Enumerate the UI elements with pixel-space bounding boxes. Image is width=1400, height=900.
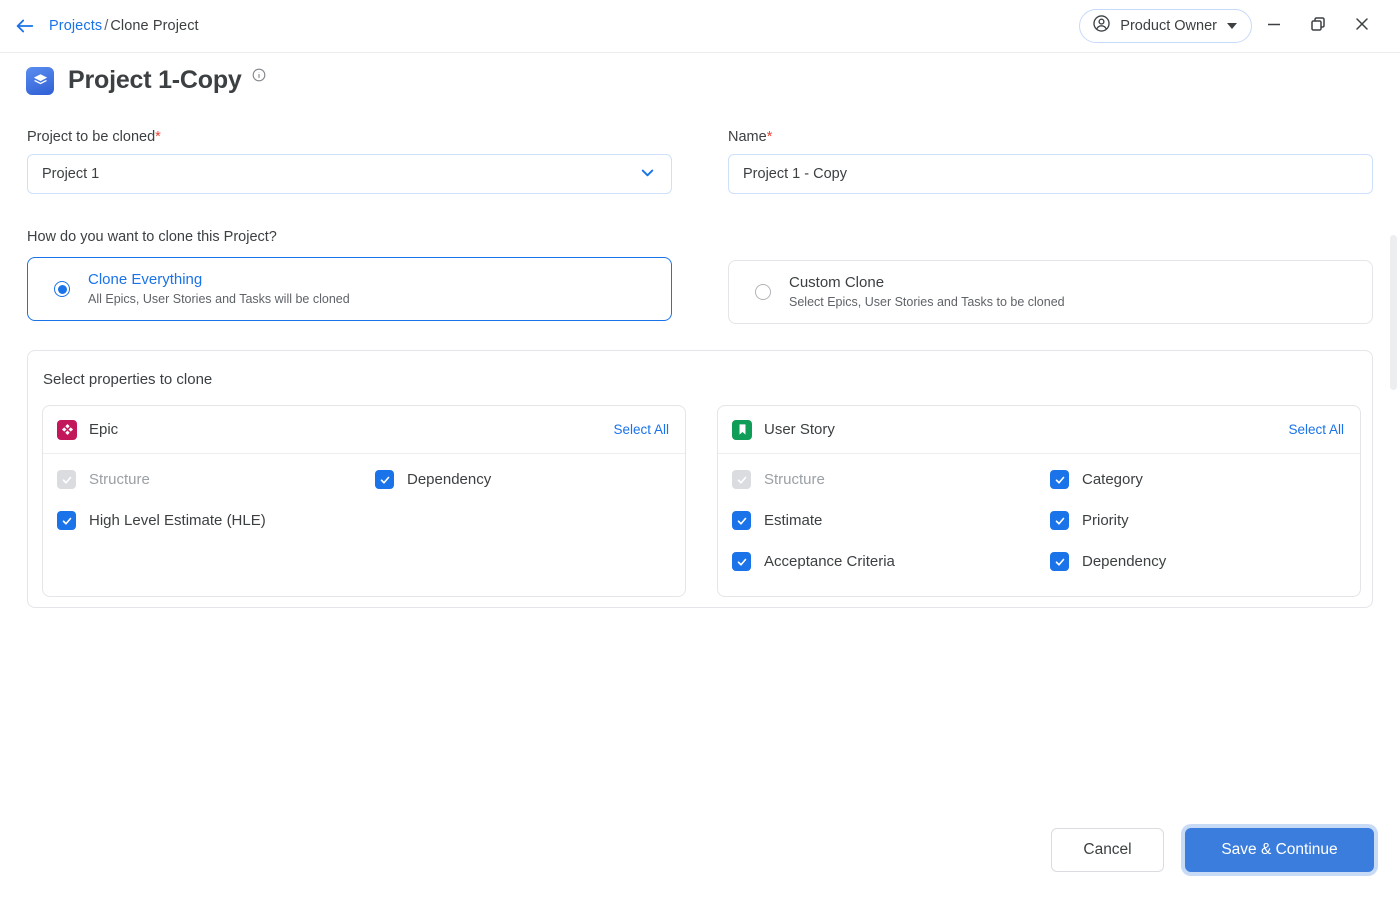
window-controls-group: Product Owner [1079, 4, 1384, 48]
select-properties-heading: Select properties to clone [43, 371, 1372, 388]
name-input[interactable]: Project 1 - Copy [728, 154, 1373, 194]
checkbox-label: Structure [89, 471, 150, 488]
custom-clone-group: Custom Clone Select Epics, User Stories … [728, 260, 1373, 324]
page-title-row: Project 1-Copy [26, 66, 266, 95]
chevron-down-icon [638, 163, 657, 186]
radio-card-title: Clone Everything [88, 270, 350, 290]
panel-epic-name: Epic [89, 421, 118, 438]
checkbox-story-dependency[interactable] [1050, 552, 1069, 571]
panel-epic: Epic Select All Structure [42, 405, 686, 597]
name-input-value: Project 1 - Copy [743, 166, 847, 182]
minimize-icon [1265, 15, 1283, 38]
checkbox-story-acceptance-criteria[interactable] [732, 552, 751, 571]
project-select-label: Project to be cloned* [27, 129, 672, 145]
save-continue-button[interactable]: Save & Continue [1185, 828, 1374, 872]
panel-user-story-header: User Story Select All [718, 406, 1360, 454]
panel-user-story-title-group: User Story [732, 420, 835, 440]
checkbox-story-structure [732, 470, 751, 489]
radio-card-custom-clone[interactable]: Custom Clone Select Epics, User Stories … [728, 260, 1373, 324]
select-properties-card: Select properties to clone [27, 350, 1373, 608]
project-select-value: Project 1 [42, 166, 99, 182]
back-arrow-icon[interactable] [14, 15, 36, 37]
user-story-icon [732, 420, 752, 440]
checkbox-epic-dependency[interactable] [375, 470, 394, 489]
select-all-epic[interactable]: Select All [613, 422, 669, 437]
checkbox-row-story-acceptance-criteria[interactable]: Acceptance Criteria [732, 552, 1050, 571]
chevron-down-icon [1227, 23, 1237, 29]
checkbox-story-category[interactable] [1050, 470, 1069, 489]
name-field-group: Name* Project 1 - Copy [728, 129, 1373, 194]
panel-user-story: User Story Select All Structure [717, 405, 1361, 597]
checkbox-label: Dependency [407, 471, 491, 488]
required-asterisk: * [155, 129, 161, 145]
clone-mode-question: How do you want to clone this Project? [27, 229, 672, 245]
minimize-button[interactable] [1252, 4, 1296, 48]
epic-icon [57, 420, 77, 440]
checkbox-epic-structure [57, 470, 76, 489]
checkbox-row-story-priority[interactable]: Priority [1050, 511, 1360, 530]
breadcrumb-link-projects[interactable]: Projects [49, 18, 102, 34]
checkbox-label: Acceptance Criteria [764, 553, 895, 570]
checkbox-epic-hle[interactable] [57, 511, 76, 530]
checkbox-row-story-category[interactable]: Category [1050, 470, 1360, 489]
radio-card-subtitle: All Epics, User Stories and Tasks will b… [88, 290, 350, 308]
breadcrumb: Projects/Clone Project [14, 15, 199, 37]
checkbox-label: Category [1082, 471, 1143, 488]
checkbox-row-epic-dependency[interactable]: Dependency [375, 470, 685, 489]
panel-user-story-name: User Story [764, 421, 835, 438]
radio-card-title: Custom Clone [789, 273, 1065, 293]
checkbox-row-story-dependency[interactable]: Dependency [1050, 552, 1360, 571]
radio-card-subtitle: Select Epics, User Stories and Tasks to … [789, 293, 1065, 311]
close-icon [1353, 15, 1371, 38]
project-select-label-text: Project to be cloned [27, 129, 155, 145]
close-button[interactable] [1340, 4, 1384, 48]
panel-epic-body: Structure Dependency [43, 454, 685, 596]
vertical-scrollbar[interactable] [1390, 235, 1397, 390]
name-field-label: Name* [728, 129, 1373, 145]
select-all-user-story[interactable]: Select All [1288, 422, 1344, 437]
page-title: Project 1-Copy [68, 66, 242, 95]
top-bar: Projects/Clone Project Product Owner [0, 0, 1400, 53]
checkbox-story-priority[interactable] [1050, 511, 1069, 530]
checkbox-label: Structure [764, 471, 825, 488]
required-asterisk: * [767, 129, 773, 145]
user-menu-button[interactable]: Product Owner [1079, 9, 1252, 43]
panel-epic-header: Epic Select All [43, 406, 685, 454]
checkbox-grid-empty-cell [375, 511, 685, 530]
checkbox-label: Estimate [764, 512, 822, 529]
panel-user-story-body: Structure Category [718, 454, 1360, 596]
checkbox-row-story-estimate[interactable]: Estimate [732, 511, 1050, 530]
breadcrumb-current: Clone Project [110, 18, 198, 34]
radio-card-text: Clone Everything All Epics, User Stories… [88, 270, 350, 308]
checkbox-row-story-structure: Structure [732, 470, 1050, 489]
radio-card-text: Custom Clone Select Epics, User Stories … [789, 273, 1065, 311]
panel-epic-title-group: Epic [57, 420, 118, 440]
project-select[interactable]: Project 1 [27, 154, 672, 194]
checkbox-row-epic-structure: Structure [57, 470, 375, 489]
clone-mode-group: How do you want to clone this Project? C… [27, 229, 672, 321]
restore-window-button[interactable] [1296, 4, 1340, 48]
checkbox-story-estimate[interactable] [732, 511, 751, 530]
user-name-label: Product Owner [1120, 18, 1217, 34]
checkbox-label: Priority [1082, 512, 1129, 529]
restore-window-icon [1309, 15, 1327, 38]
user-avatar-icon [1092, 14, 1111, 38]
footer-actions: Cancel Save & Continue [1051, 828, 1374, 872]
breadcrumb-text: Projects/Clone Project [49, 18, 199, 34]
project-select-group: Project to be cloned* Project 1 [27, 129, 672, 194]
checkbox-label: Dependency [1082, 553, 1166, 570]
checkbox-row-epic-hle[interactable]: High Level Estimate (HLE) [57, 511, 375, 530]
radio-custom-clone[interactable] [755, 284, 771, 300]
radio-card-clone-everything[interactable]: Clone Everything All Epics, User Stories… [27, 257, 672, 321]
checkbox-label: High Level Estimate (HLE) [89, 512, 266, 529]
clone-project-page: Projects/Clone Project Product Owner [0, 0, 1400, 900]
property-panels: Epic Select All Structure [42, 405, 1372, 597]
panel-user-story-checkbox-grid: Structure Category [718, 470, 1360, 571]
panel-epic-checkbox-grid: Structure Dependency [43, 470, 685, 530]
radio-clone-everything[interactable] [54, 281, 70, 297]
layers-icon [26, 67, 54, 95]
info-circle-icon[interactable] [252, 68, 266, 87]
name-field-label-text: Name [728, 129, 767, 145]
cancel-button[interactable]: Cancel [1051, 828, 1164, 872]
